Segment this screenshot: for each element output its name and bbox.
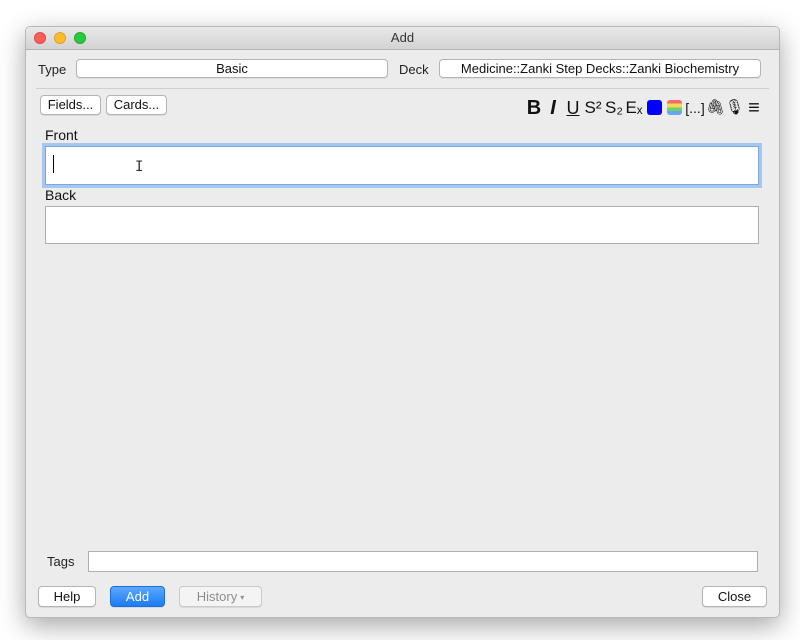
attach-paperclip-icon[interactable]: 🖇 xyxy=(706,97,725,119)
italic-button[interactable]: I xyxy=(546,97,560,119)
cards-button[interactable]: Cards... xyxy=(106,95,167,115)
back-field-label: Back xyxy=(45,187,77,203)
close-button[interactable]: Close xyxy=(702,586,767,607)
bold-button[interactable]: B xyxy=(526,97,542,119)
more-menu-icon[interactable]: ≡ xyxy=(745,97,763,119)
superscript-button[interactable]: S² xyxy=(584,97,602,119)
color-picker-icon[interactable] xyxy=(667,100,682,115)
subscript-button[interactable]: S₂ xyxy=(605,97,623,119)
back-field-input[interactable] xyxy=(45,206,759,244)
ibeam-cursor-icon: I xyxy=(135,159,144,175)
record-microphone-icon[interactable]: 🎙 xyxy=(725,97,744,119)
text-caret xyxy=(53,155,54,173)
deck-label: Deck xyxy=(399,62,429,77)
divider xyxy=(36,88,769,89)
title-bar[interactable]: Add xyxy=(26,27,779,50)
add-button[interactable]: Add xyxy=(110,586,165,607)
front-field-input[interactable]: I xyxy=(45,146,759,185)
fields-button[interactable]: Fields... xyxy=(40,95,101,115)
cloze-button[interactable]: [...] xyxy=(685,97,705,119)
history-button[interactable]: History ▾ xyxy=(179,586,262,607)
history-label: History xyxy=(196,589,238,604)
front-field-label: Front xyxy=(45,127,78,143)
tags-input[interactable] xyxy=(88,551,758,572)
text-color-swatch-icon[interactable] xyxy=(647,100,662,115)
note-type-selector[interactable]: Basic xyxy=(76,59,388,78)
type-label: Type xyxy=(38,62,67,77)
history-dropdown-caret-icon: ▾ xyxy=(240,593,245,603)
window-title: Add xyxy=(390,30,415,45)
clear-formatting-button[interactable]: Eₓ xyxy=(625,97,643,119)
underline-button[interactable]: U xyxy=(565,97,581,119)
tags-label: Tags xyxy=(47,554,75,569)
add-window: Add Type Basic Deck Medicine::Zanki Step… xyxy=(25,26,780,618)
deck-selector[interactable]: Medicine::Zanki Step Decks::Zanki Bioche… xyxy=(439,59,761,78)
help-button[interactable]: Help xyxy=(38,586,96,607)
